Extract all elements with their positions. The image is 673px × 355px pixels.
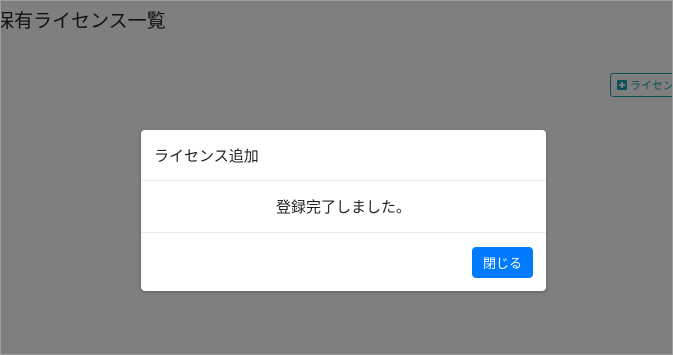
modal-body: 登録完了しました。 <box>141 181 546 233</box>
app-window: 保有ライセンス一覧 ライセン ライセンス追加 登録完了しました。 閉じる <box>0 0 673 355</box>
modal-message: 登録完了しました。 <box>275 198 411 216</box>
modal-title: ライセンス追加 <box>154 146 259 165</box>
modal-footer: 閉じる <box>141 233 546 291</box>
modal-header: ライセンス追加 <box>141 130 546 181</box>
close-button[interactable]: 閉じる <box>472 247 533 278</box>
license-added-dialog: ライセンス追加 登録完了しました。 閉じる <box>141 130 546 291</box>
